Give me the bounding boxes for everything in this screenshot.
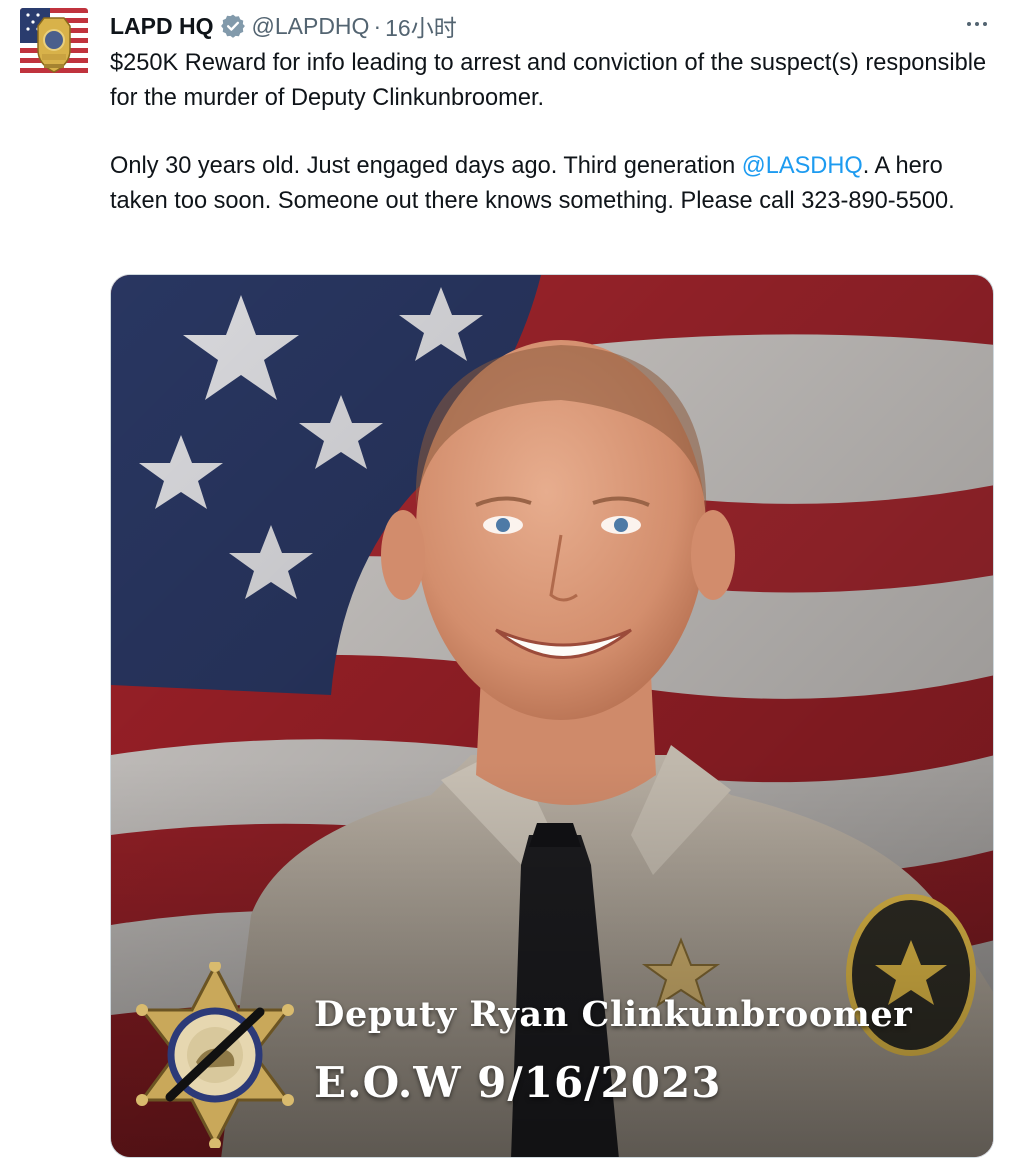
memorial-caption-eow: E.O.W 9/16/2023	[314, 1058, 722, 1107]
paragraph-2-text-start: Only 30 years old. Just engaged days ago…	[110, 153, 742, 179]
memorial-caption-name: Deputy Ryan Clinkunbroomer	[314, 994, 913, 1035]
tweet: LAPD HQ @LAPDHQ · 16小时 $250K Reward for …	[0, 0, 1024, 1170]
tweet-paragraph-2: Only 30 years old. Just engaged days ago…	[110, 149, 990, 218]
lapd-badge-avatar-image	[20, 8, 88, 76]
display-name[interactable]: LAPD HQ	[110, 13, 214, 40]
tweet-text: $250K Reward for info leading to arrest …	[110, 46, 990, 218]
avatar[interactable]	[20, 8, 88, 76]
sheriff-star-icon	[130, 960, 300, 1150]
separator-dot: ·	[373, 12, 382, 39]
more-options-icon[interactable]	[962, 12, 992, 36]
handle[interactable]: @LAPDHQ	[252, 13, 370, 40]
timestamp[interactable]: 16小时	[385, 9, 457, 43]
tweet-header: LAPD HQ @LAPDHQ · 16小时	[110, 10, 457, 42]
mention-link-lasdhq[interactable]: @LASDHQ	[742, 153, 863, 179]
tweet-paragraph-1: $250K Reward for info leading to arrest …	[110, 50, 987, 111]
verified-badge-icon	[220, 13, 246, 39]
